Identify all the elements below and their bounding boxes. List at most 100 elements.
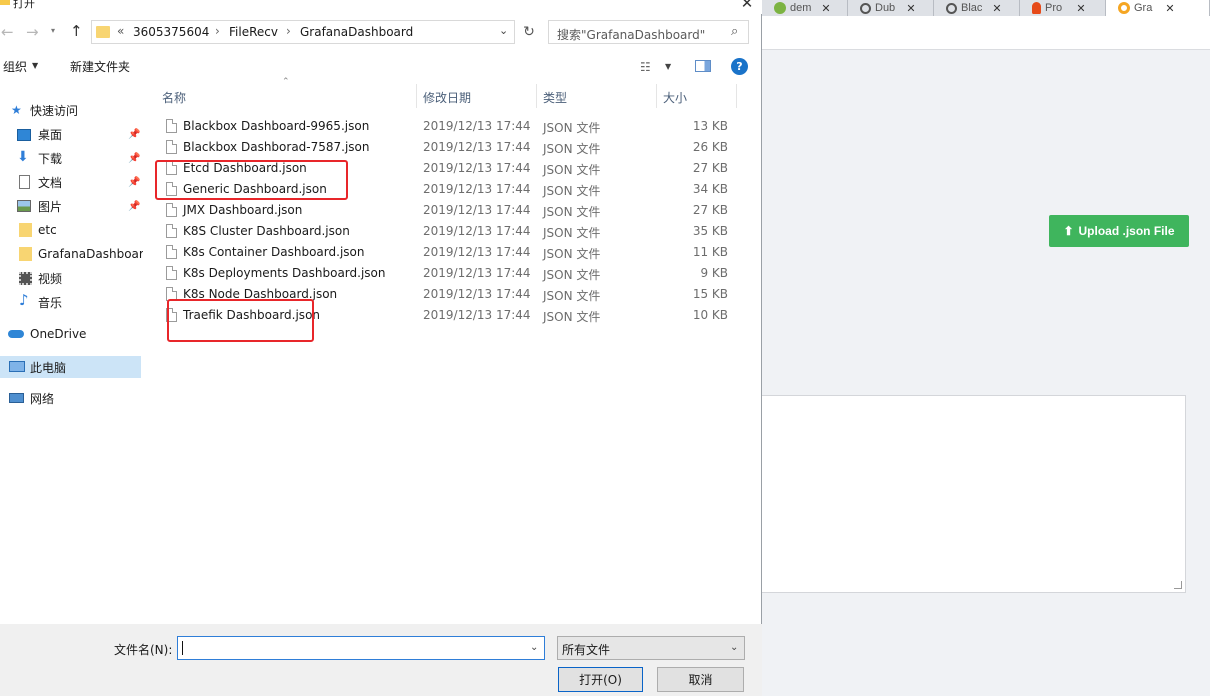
- breadcrumb-separator[interactable]: ›: [286, 24, 291, 38]
- refresh-button[interactable]: ↻: [520, 20, 538, 44]
- chevron-down-icon[interactable]: ⌄: [530, 642, 538, 653]
- browser-tab-title: Blac: [961, 2, 983, 14]
- file-row[interactable]: K8S Cluster Dashboard.json 2019/12/13 17…: [160, 221, 750, 242]
- browser-tab-4[interactable]: Pro ✕: [1020, 0, 1106, 16]
- nav-item-pictures[interactable]: 图片 📌: [0, 196, 143, 216]
- nav-item-documents[interactable]: 文档 📌: [0, 172, 143, 192]
- file-size: 27 KB: [692, 203, 728, 217]
- organize-menu[interactable]: 组织: [3, 58, 27, 75]
- pin-icon[interactable]: 📌: [128, 177, 140, 188]
- chevron-down-icon[interactable]: ⌄: [730, 642, 738, 653]
- nav-item-desktop[interactable]: 桌面 📌: [0, 124, 143, 144]
- file-name: Blackbox Dashboard-9965.json: [183, 119, 370, 133]
- close-icon[interactable]: ✕: [1164, 2, 1176, 15]
- column-divider[interactable]: [656, 84, 657, 108]
- nav-item-etc[interactable]: etc: [0, 220, 143, 240]
- nav-item-downloads[interactable]: ⬇ 下载 📌: [0, 148, 143, 168]
- browser-tab-1[interactable]: dem ✕: [762, 0, 848, 16]
- breadcrumb-item[interactable]: 3605375604: [133, 25, 209, 39]
- nav-item-music[interactable]: ♪ 音乐: [0, 292, 143, 312]
- file-name: K8s Deployments Dashboard.json: [183, 266, 386, 280]
- file-icon: [166, 119, 177, 133]
- network-icon: [9, 393, 24, 403]
- file-name: K8s Container Dashboard.json: [183, 245, 365, 259]
- file-row[interactable]: JMX Dashboard.json 2019/12/13 17:44 JSON…: [160, 200, 750, 221]
- chevron-down-icon[interactable]: ▼: [32, 61, 38, 70]
- nav-item-grafanadashboard[interactable]: GrafanaDashboard: [0, 244, 143, 264]
- file-size: 27 KB: [692, 161, 728, 175]
- filename-input[interactable]: ⌄: [177, 636, 545, 660]
- browser-window: dem ✕ Dub ✕ Blac ✕ Pro ✕ Gra ✕ ⬆ Upload …: [762, 0, 1210, 696]
- file-size: 11 KB: [692, 245, 728, 259]
- file-icon: [166, 245, 177, 259]
- column-divider[interactable]: [416, 84, 417, 108]
- close-icon[interactable]: ✕: [905, 2, 917, 15]
- nav-item-network[interactable]: 网络: [0, 388, 143, 408]
- breadcrumb-separator[interactable]: ›: [215, 24, 220, 38]
- pin-icon[interactable]: 📌: [128, 201, 140, 212]
- file-row[interactable]: Blackbox Dashborad-7587.json 2019/12/13 …: [160, 137, 750, 158]
- file-row[interactable]: K8s Deployments Dashboard.json 2019/12/1…: [160, 263, 750, 284]
- nav-item-label: 音乐: [38, 295, 63, 310]
- folder-icon: [19, 223, 32, 237]
- search-input[interactable]: 搜索"GrafanaDashboard" ⌕: [548, 20, 749, 44]
- search-icon[interactable]: ⌕: [731, 24, 738, 39]
- recent-locations-icon[interactable]: ▾: [51, 26, 55, 35]
- nav-item-label: 快速访问: [30, 103, 79, 118]
- video-icon: [19, 272, 32, 285]
- column-divider[interactable]: [536, 84, 537, 108]
- upload-json-button[interactable]: ⬆ Upload .json File: [1049, 215, 1189, 247]
- file-size: 9 KB: [700, 266, 728, 280]
- close-icon[interactable]: ✕: [991, 2, 1003, 15]
- resize-grip-icon[interactable]: [1174, 581, 1182, 589]
- column-header-size[interactable]: 大小: [663, 89, 687, 106]
- breadcrumb-item[interactable]: FileRecv: [229, 25, 278, 39]
- nav-item-onedrive[interactable]: OneDrive: [0, 324, 143, 344]
- file-size: 13 KB: [692, 119, 728, 133]
- address-bar[interactable]: « 3605375604 › FileRecv › GrafanaDashboa…: [91, 20, 515, 44]
- breadcrumb-item[interactable]: GrafanaDashboard: [300, 25, 413, 39]
- preview-pane-icon[interactable]: [695, 60, 711, 72]
- column-header-date[interactable]: 修改日期: [423, 89, 471, 106]
- pin-icon[interactable]: 📌: [128, 129, 140, 140]
- close-icon[interactable]: ✕: [820, 2, 832, 15]
- file-date: 2019/12/13 17:44: [423, 287, 531, 301]
- browser-tab-3[interactable]: Blac ✕: [934, 0, 1020, 16]
- column-header-type[interactable]: 类型: [543, 89, 567, 106]
- nav-item-videos[interactable]: 视频: [0, 268, 143, 288]
- up-button[interactable]: ↑: [70, 22, 83, 40]
- browser-tab-5-active[interactable]: Gra ✕: [1106, 0, 1210, 16]
- music-icon: ♪: [19, 292, 29, 309]
- new-folder-button[interactable]: 新建文件夹: [70, 58, 130, 75]
- nav-item-quick-access[interactable]: ★ 快速访问: [0, 100, 143, 120]
- file-date: 2019/12/13 17:44: [423, 245, 531, 259]
- cancel-button[interactable]: 取消: [657, 667, 744, 692]
- pin-icon[interactable]: 📌: [128, 153, 140, 164]
- chevron-down-icon[interactable]: ⌄: [499, 24, 508, 37]
- filename-label: 文件名(N):: [114, 643, 173, 657]
- column-divider[interactable]: [736, 84, 737, 108]
- folder-icon: [0, 0, 10, 5]
- json-textarea[interactable]: [762, 395, 1186, 593]
- close-button[interactable]: ✕: [738, 0, 756, 12]
- file-type: JSON 文件: [543, 163, 601, 177]
- file-size: 26 KB: [692, 140, 728, 154]
- filetype-select[interactable]: 所有文件 ⌄: [557, 636, 745, 660]
- back-button[interactable]: ←: [1, 23, 14, 41]
- help-icon[interactable]: ?: [731, 58, 748, 75]
- desktop-icon: [17, 129, 31, 141]
- close-icon[interactable]: ✕: [1075, 2, 1087, 15]
- file-row[interactable]: K8s Container Dashboard.json 2019/12/13 …: [160, 242, 750, 263]
- file-row[interactable]: Blackbox Dashboard-9965.json 2019/12/13 …: [160, 116, 750, 137]
- highlight-annotation: [167, 299, 314, 342]
- file-date: 2019/12/13 17:44: [423, 161, 531, 175]
- forward-button[interactable]: →: [26, 23, 39, 41]
- chevron-down-icon[interactable]: ▼: [665, 62, 671, 71]
- nav-item-this-pc[interactable]: 此电脑: [0, 356, 141, 378]
- open-button[interactable]: 打开(O): [558, 667, 643, 692]
- browser-tab-2[interactable]: Dub ✕: [848, 0, 934, 16]
- column-header-name[interactable]: 名称: [162, 89, 186, 106]
- address-prefix[interactable]: «: [117, 24, 124, 38]
- view-options-icon[interactable]: ☷: [640, 60, 651, 74]
- globe-icon: [860, 2, 871, 14]
